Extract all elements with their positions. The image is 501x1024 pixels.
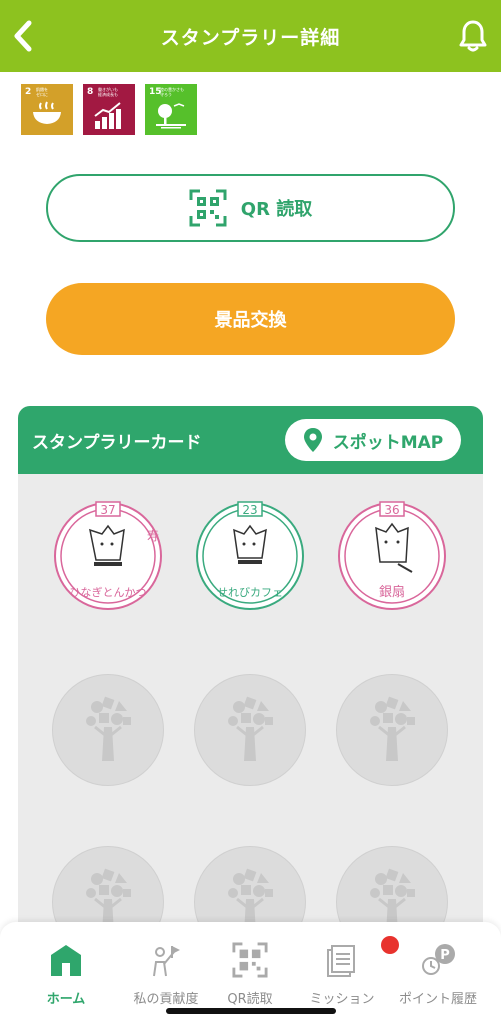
point-history-icon: P [422,944,455,975]
sdgs-goals: 2 飢餓を ゼロに 8 働きがいも 経済成長も 15 陸の豊かさも 守ろう [21,84,197,135]
stamp-37-name: ひなぎとんかつ [70,585,147,599]
stamp-23-number: 23 [242,503,257,517]
stamp-rally-card: スタンプラリーカード スポットMAP 37 ひなぎとんかつ 寿 23 せれびカフ… [18,406,483,966]
sdg-goal-8: 8 働きがいも 経済成長も [83,84,135,135]
sdg-goal-15: 15 陸の豊かさも 守ろう [145,84,197,135]
stamp-collected-37[interactable]: 37 ひなぎとんかつ 寿 [52,500,164,612]
spot-map-label: スポットMAP [332,432,444,453]
stamp-23-name: せれびカフェ [217,586,283,599]
tab-qr-scan[interactable]: QR読取 [200,942,300,1012]
stamp-collected-23[interactable]: 23 せれびカフェ [194,500,306,612]
stamp-slot-empty [52,674,164,786]
prize-exchange-label: 景品交換 [214,310,287,331]
growth-chart-icon [94,102,121,129]
qr-scan-label: QR 読取 [240,199,313,220]
home-icon [51,945,81,976]
bell-icon [459,20,487,52]
home-indicator [166,1008,336,1014]
spot-map-button[interactable]: スポットMAP [285,419,461,461]
tree-placeholder-icon [84,695,133,763]
app-header: スタンプラリー詳細 [0,0,501,72]
svg-text:P: P [440,948,450,963]
tab-mission[interactable]: ミッション [292,936,399,1012]
map-pin-icon [303,428,322,452]
contribution-icon [153,946,180,977]
notification-button[interactable] [455,14,491,58]
chevron-left-icon [14,20,32,52]
stamp-slot-empty [336,674,448,786]
stamp-collected-36[interactable]: 36 銀扇 [336,500,448,612]
stamp-36-graphic: 36 銀扇 [338,501,446,610]
stamp-slot-empty [194,674,306,786]
sdg-goal-2: 2 飢餓を ゼロに [21,84,73,135]
tab-home[interactable]: ホーム [16,942,116,1012]
page-title: スタンプラリー詳細 [160,26,341,49]
qr-code-icon [232,942,268,978]
qr-code-icon [189,189,227,227]
mission-icon [327,945,355,977]
prize-exchange-button[interactable]: 景品交換 [46,283,455,355]
stamp-37-number: 37 [100,503,115,517]
card-title: スタンプラリーカード [32,432,202,453]
qr-scan-button[interactable]: QR 読取 [46,174,455,242]
tree-placeholder-icon [226,695,275,763]
tree-bird-icon [156,103,186,129]
stamp-36-number: 36 [384,503,399,517]
stamp-36-name: 銀扇 [379,584,405,600]
bowl-icon [33,101,61,124]
card-header: スタンプラリーカード スポットMAP [18,406,483,474]
stamp-23-graphic: 23 せれびカフェ [196,501,304,610]
back-button[interactable] [8,14,38,58]
stamp-37-graphic: 37 ひなぎとんかつ 寿 [54,501,162,610]
tree-placeholder-icon [368,695,417,763]
stamp-37-side: 寿 [147,529,159,543]
tab-point-history[interactable]: P ポイント履歴 [388,942,488,1012]
